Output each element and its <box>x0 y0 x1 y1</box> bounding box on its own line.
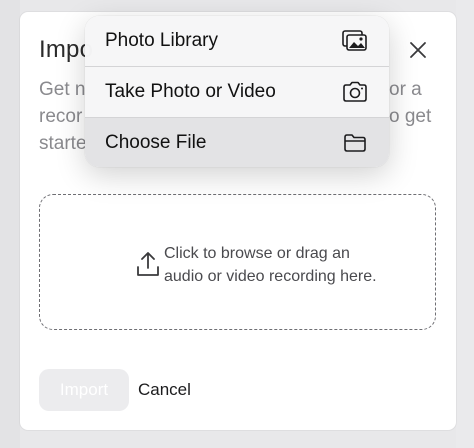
page-background-right <box>456 0 474 448</box>
description-line-1-end: or a <box>389 79 422 100</box>
close-icon <box>410 42 426 58</box>
menu-item-choose-file[interactable]: Choose File <box>85 118 389 167</box>
description-line-1: Get n <box>39 79 86 100</box>
upload-icon <box>137 252 159 276</box>
description-line-3: starte <box>39 133 87 154</box>
import-button[interactable]: Import <box>39 369 129 411</box>
menu-item-label: Take Photo or Video <box>105 81 276 102</box>
menu-item-label: Photo Library <box>105 30 219 51</box>
camera-icon <box>342 80 368 104</box>
description-line-2: recor <box>39 106 83 127</box>
menu-item-photo-library[interactable]: Photo Library <box>85 16 389 66</box>
file-source-menu: Photo Library Take Photo or Video Choose… <box>85 16 389 167</box>
page-background-left <box>0 0 20 448</box>
menu-item-label: Choose File <box>105 131 207 153</box>
upload-dropzone[interactable]: Click to browse or drag an audio or vide… <box>39 194 436 330</box>
cancel-button[interactable]: Cancel <box>138 369 198 411</box>
close-button[interactable] <box>406 38 430 62</box>
photo-library-icon <box>342 29 368 53</box>
folder-icon <box>342 131 368 155</box>
menu-item-take-photo[interactable]: Take Photo or Video <box>85 67 389 117</box>
description-line-2-end: o get <box>389 106 432 127</box>
dropzone-text: Click to browse or drag an audio or vide… <box>164 245 377 285</box>
